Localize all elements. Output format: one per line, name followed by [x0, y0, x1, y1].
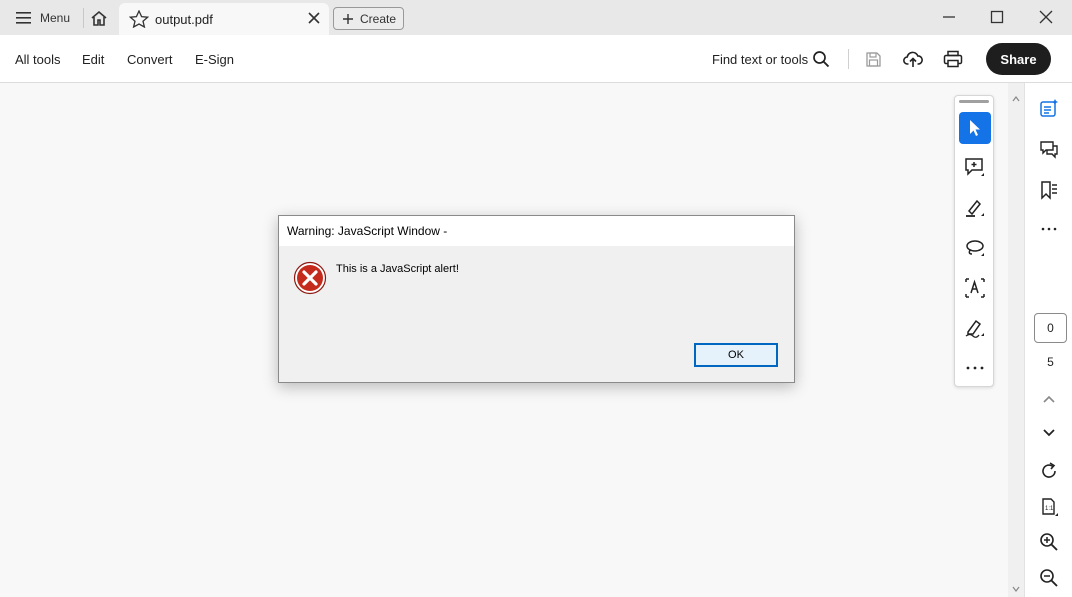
draw-tool[interactable] [959, 232, 991, 264]
print-button[interactable] [941, 47, 965, 71]
window-close-button[interactable] [1037, 8, 1055, 26]
save-button[interactable] [861, 47, 885, 71]
select-cursor-icon [970, 120, 980, 136]
divider [83, 8, 84, 28]
scroll-up-arrow-icon[interactable] [1012, 95, 1020, 103]
create-button[interactable]: Create [333, 7, 404, 30]
esign-link[interactable]: E-Sign [195, 52, 234, 67]
drag-handle[interactable] [959, 100, 989, 103]
save-icon [865, 51, 881, 67]
rail-more-button[interactable] [1037, 217, 1061, 241]
vertical-scrollbar[interactable] [1008, 83, 1024, 597]
zoom-out-button[interactable] [1037, 566, 1061, 590]
main-toolbar: All tools Edit Convert E-Sign Find text … [0, 35, 1072, 83]
rotate-button[interactable] [1037, 459, 1061, 483]
all-tools-link[interactable]: All tools [15, 52, 61, 67]
bookmarks-button[interactable] [1037, 178, 1061, 202]
dialog-title-bar[interactable]: Warning: JavaScript Window - [279, 216, 794, 246]
chevron-up-icon [1043, 395, 1055, 403]
zoom-in-icon [1040, 533, 1058, 551]
more-tools-button[interactable] [959, 352, 991, 384]
total-pages: 5 [1047, 355, 1054, 369]
search-icon [813, 51, 830, 68]
menu-label: Menu [40, 11, 71, 25]
search-button[interactable] [809, 47, 833, 71]
rotate-icon [1042, 462, 1056, 478]
chevron-down-icon [1043, 429, 1055, 437]
previous-page-button[interactable] [1037, 387, 1061, 411]
zoom-out-icon [1040, 569, 1058, 587]
current-page-input[interactable]: 0 [1034, 313, 1067, 343]
actual-size-icon: 1:1 [1042, 498, 1058, 516]
next-page-button[interactable] [1037, 421, 1061, 445]
tab-title: output.pdf [155, 12, 213, 27]
tab-output-pdf[interactable]: output.pdf [119, 3, 329, 35]
sign-tool[interactable] [959, 312, 991, 344]
convert-link[interactable]: Convert [127, 52, 173, 67]
comments-button[interactable] [1037, 138, 1061, 162]
find-text-tools-button[interactable]: Find text or tools [712, 52, 808, 67]
upload-button[interactable] [901, 47, 925, 71]
create-label: Create [360, 11, 397, 26]
actual-size-button[interactable]: 1:1 [1037, 495, 1061, 519]
ai-assistant-icon [1040, 99, 1058, 117]
more-icon [1041, 227, 1057, 231]
ok-button[interactable]: OK [694, 343, 778, 367]
comments-icon [1040, 141, 1058, 159]
minimize-button[interactable] [940, 8, 958, 26]
highlight-icon [966, 199, 984, 217]
add-comment-tool[interactable] [959, 152, 991, 184]
menu-icon [16, 12, 31, 24]
toolbar-divider [848, 49, 849, 69]
select-tool[interactable] [959, 112, 991, 144]
menu-button[interactable]: Menu [8, 4, 78, 32]
edit-link[interactable]: Edit [82, 52, 104, 67]
cloud-upload-icon [903, 51, 923, 67]
highlight-tool[interactable] [959, 192, 991, 224]
dialog-title: Warning: JavaScript Window - [287, 224, 448, 238]
zoom-in-button[interactable] [1037, 530, 1061, 554]
minimize-icon [943, 16, 955, 18]
ai-assistant-button[interactable] [1037, 96, 1061, 120]
title-bar: Menu output.pdf Create [0, 0, 1072, 35]
add-comment-icon [965, 158, 984, 176]
quick-tools-panel [954, 95, 994, 387]
plus-icon [343, 13, 353, 24]
tab-close-icon[interactable] [307, 11, 321, 25]
more-icon [966, 366, 984, 370]
home-icon [91, 10, 107, 26]
home-button[interactable] [86, 5, 112, 31]
javascript-alert-dialog: Warning: JavaScript Window - This is a J… [278, 215, 795, 383]
right-rail: 0 5 1:1 [1024, 83, 1072, 597]
error-icon [293, 261, 327, 295]
window-close-icon [1039, 10, 1053, 24]
maximize-button[interactable] [988, 8, 1006, 26]
svg-text:1:1: 1:1 [1045, 506, 1054, 512]
text-recognition-icon [965, 278, 985, 298]
bookmark-icon [1041, 181, 1057, 200]
dialog-message: This is a JavaScript alert! [336, 263, 459, 275]
sign-pen-icon [965, 319, 984, 338]
lasso-draw-icon [966, 240, 984, 256]
star-icon[interactable] [129, 10, 149, 28]
share-button[interactable]: Share [986, 43, 1051, 75]
print-icon [943, 50, 963, 68]
text-recognition-tool[interactable] [959, 272, 991, 304]
scroll-down-arrow-icon[interactable] [1012, 585, 1020, 593]
maximize-icon [990, 10, 1004, 24]
